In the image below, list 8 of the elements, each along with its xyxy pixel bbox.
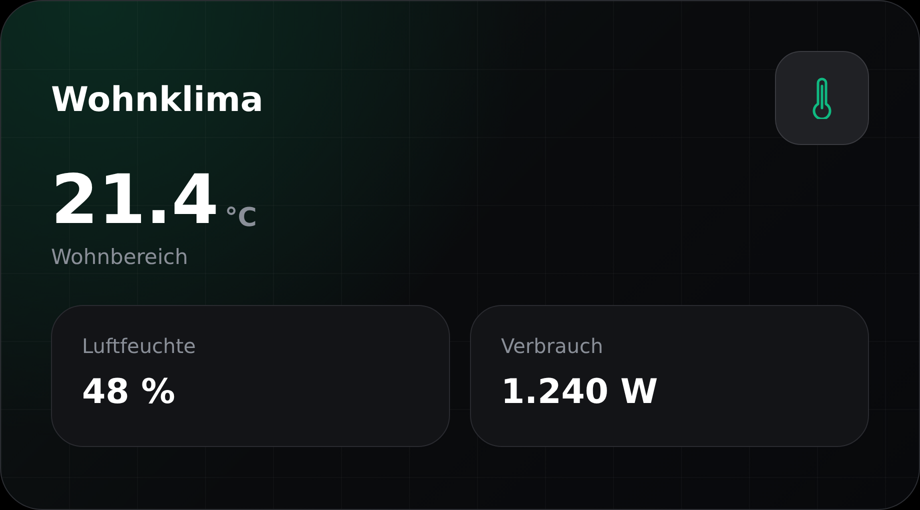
temperature-value: 21.4 (51, 167, 219, 235)
temperature-unit: °C (224, 205, 257, 231)
stat-label: Luftfeuchte (82, 334, 197, 358)
card-title: Wohnklima (51, 80, 264, 120)
stat-label: Verbrauch (501, 334, 604, 358)
location-label: Wohnbereich (51, 245, 190, 269)
stat-value: 1.240 W (501, 372, 659, 412)
stat-value: 48 % (82, 372, 176, 412)
